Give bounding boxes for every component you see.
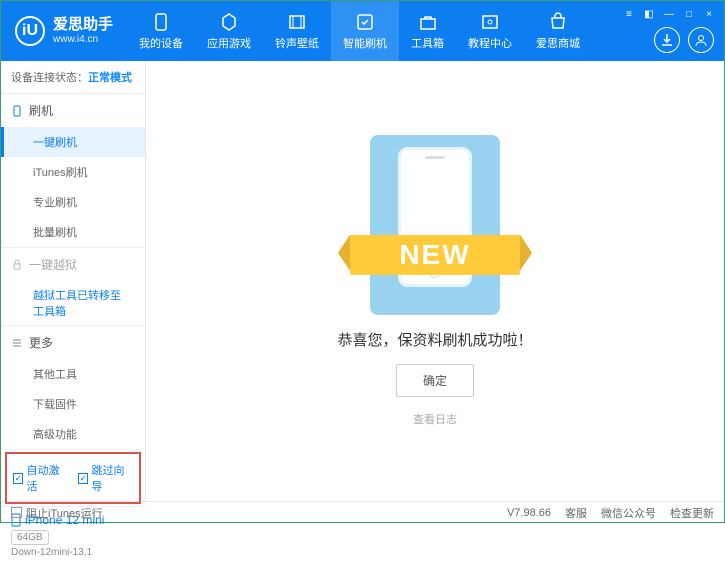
phone-illustration: NEW (370, 135, 500, 315)
block-itunes-checkbox[interactable] (11, 507, 22, 518)
nav-toolbox[interactable]: 工具箱 (399, 1, 456, 61)
tutorial-icon (480, 12, 500, 32)
success-message: 恭喜您，保资料刷机成功啦！ (337, 329, 532, 350)
minimize-icon[interactable]: — (662, 7, 676, 21)
sidebar-item-flash-1[interactable]: iTunes刷机 (1, 157, 145, 187)
window-controls: ≡ ◧ — □ × (622, 7, 716, 21)
phone-icon (151, 12, 171, 32)
phone-icon (11, 105, 23, 117)
menu-icon[interactable]: ≡ (622, 7, 636, 21)
footer-link-wechat[interactable]: 微信公众号 (601, 505, 656, 521)
sidebar-section-more[interactable]: 更多 (1, 326, 145, 359)
footer-link-update[interactable]: 检查更新 (670, 505, 714, 521)
sidebar-item-flash-3[interactable]: 批量刷机 (1, 217, 145, 247)
logo-icon: iU (15, 16, 45, 46)
sidebar-section-flash[interactable]: 刷机 (1, 94, 145, 127)
apps-icon (219, 12, 239, 32)
skin-icon[interactable]: ◧ (642, 7, 656, 21)
new-banner: NEW (350, 235, 521, 275)
nav-tutorial[interactable]: 教程中心 (456, 1, 524, 61)
jailbreak-note: 越狱工具已转移至工具箱 (1, 281, 145, 325)
close-icon[interactable]: × (702, 7, 716, 21)
toolbox-icon (418, 12, 438, 32)
lock-icon (11, 259, 23, 271)
nav-phone[interactable]: 我的设备 (127, 1, 195, 61)
sidebar-item-more-1[interactable]: 下载固件 (1, 389, 145, 419)
app-header: iU 爱思助手 www.i4.cn 我的设备应用游戏铃声壁纸智能刷机工具箱教程中… (1, 1, 724, 61)
sidebar: 设备连接状态：正常模式 刷机 一键刷机iTunes刷机专业刷机批量刷机 一键越狱… (1, 61, 146, 501)
checkbox-0[interactable]: ✓自动激活 (13, 462, 68, 494)
sidebar-item-more-2[interactable]: 高级功能 (1, 419, 145, 449)
main-nav: 我的设备应用游戏铃声壁纸智能刷机工具箱教程中心爱思商城 (127, 1, 592, 61)
block-itunes-label: 阻止iTunes运行 (26, 505, 103, 521)
flash-icon (355, 12, 375, 32)
app-title: 爱思助手 (53, 17, 113, 34)
shop-icon (548, 12, 568, 32)
checkbox-1[interactable]: ✓跳过向导 (78, 462, 133, 494)
sidebar-item-more-0[interactable]: 其他工具 (1, 359, 145, 389)
wallpaper-icon (287, 12, 307, 32)
sidebar-item-flash-2[interactable]: 专业刷机 (1, 187, 145, 217)
device-model: Down-12mini-13,1 (11, 547, 135, 558)
options-highlight-box: ✓自动激活 ✓跳过向导 (5, 452, 141, 504)
nav-flash[interactable]: 智能刷机 (331, 1, 399, 61)
list-icon (11, 337, 23, 349)
connection-status: 设备连接状态：正常模式 (1, 61, 145, 94)
user-icon[interactable] (688, 27, 714, 53)
checkbox-icon: ✓ (78, 473, 88, 484)
main-content: NEW 恭喜您，保资料刷机成功啦！ 确定 查看日志 (146, 61, 724, 501)
download-icon[interactable] (654, 27, 680, 53)
view-log-link[interactable]: 查看日志 (413, 411, 457, 427)
nav-apps[interactable]: 应用游戏 (195, 1, 263, 61)
maximize-icon[interactable]: □ (682, 7, 696, 21)
confirm-button[interactable]: 确定 (396, 364, 474, 397)
sidebar-item-flash-0[interactable]: 一键刷机 (1, 127, 145, 157)
app-url: www.i4.cn (53, 34, 113, 45)
logo-area: iU 爱思助手 www.i4.cn (1, 16, 127, 46)
sidebar-section-jailbreak[interactable]: 一键越狱 (1, 248, 145, 281)
footer-link-support[interactable]: 客服 (565, 505, 587, 521)
version-label: V7.98.66 (507, 507, 551, 519)
nav-shop[interactable]: 爱思商城 (524, 1, 592, 61)
checkbox-icon: ✓ (13, 473, 23, 484)
storage-badge: 64GB (11, 530, 49, 545)
nav-wallpaper[interactable]: 铃声壁纸 (263, 1, 331, 61)
